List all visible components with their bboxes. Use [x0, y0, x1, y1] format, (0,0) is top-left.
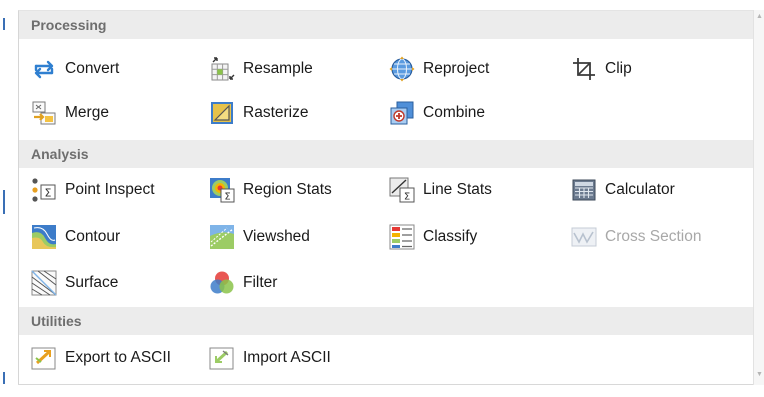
filter-button[interactable]: Filter — [209, 268, 277, 298]
contour-button[interactable]: Contour — [31, 222, 120, 252]
reproject-label: Reproject — [423, 60, 490, 77]
viewshed-icon — [210, 225, 234, 249]
convert-button[interactable]: Convert — [31, 54, 119, 84]
toolbox-panel: Processing Convert Resample Reproject Cl… — [18, 10, 754, 385]
export-to-ascii-button[interactable]: Export to ASCII — [31, 343, 171, 373]
combine-icon — [390, 101, 414, 125]
left-edge-mark-1 — [3, 18, 5, 30]
contour-label: Contour — [65, 228, 121, 245]
svg-text:Σ: Σ — [45, 187, 52, 200]
cross-section-label: Cross Section — [605, 228, 702, 245]
export-ascii-label: Export to ASCII — [65, 349, 171, 366]
panel-bottom-border — [18, 384, 753, 385]
svg-text:Σ: Σ — [224, 192, 230, 203]
resample-label: Resample — [243, 60, 313, 77]
filter-label: Filter — [243, 274, 278, 291]
calculator-button[interactable]: Calculator — [571, 175, 675, 205]
line-stats-label: Line Stats — [423, 181, 492, 198]
classify-icon — [389, 224, 415, 250]
left-edge-mark-2 — [3, 190, 5, 214]
merge-icon — [32, 101, 56, 125]
classify-button[interactable]: Classify — [389, 222, 477, 252]
clip-label: Clip — [605, 60, 632, 77]
left-edge-mark-3 — [3, 372, 5, 384]
reproject-button[interactable]: Reproject — [389, 54, 489, 84]
cross-section-icon — [571, 227, 597, 247]
import-ascii-button[interactable]: Import ASCII — [209, 343, 331, 373]
merge-button[interactable]: Merge — [31, 98, 109, 128]
surface-button[interactable]: Surface — [31, 268, 118, 298]
scroll-up-icon[interactable]: ▲ — [755, 12, 764, 22]
clip-crop-icon — [573, 58, 595, 80]
region-stats-label: Region Stats — [243, 181, 332, 198]
cross-section-button[interactable]: Cross Section — [571, 222, 701, 252]
region-stats-button[interactable]: Σ Region Stats — [209, 175, 332, 205]
section-header-utilities: Utilities — [19, 307, 754, 335]
import-ascii-icon — [209, 347, 234, 370]
reproject-globe-icon — [389, 56, 415, 82]
convert-label: Convert — [65, 60, 120, 77]
convert-icon — [34, 60, 54, 79]
scroll-down-icon[interactable]: ▼ — [755, 370, 764, 380]
combine-label: Combine — [423, 104, 486, 121]
point-inspect-label: Point Inspect — [65, 181, 155, 198]
calculator-icon — [572, 179, 596, 201]
viewshed-button[interactable]: Viewshed — [209, 222, 310, 252]
import-ascii-label: Import ASCII — [243, 349, 331, 366]
vertical-scrollbar[interactable]: ▲ ▼ — [753, 10, 764, 385]
point-inspect-button[interactable]: Σ Point Inspect — [31, 175, 155, 205]
filter-venn-icon — [210, 271, 234, 294]
rasterize-icon — [211, 102, 233, 124]
calculator-label: Calculator — [605, 181, 675, 198]
contour-icon — [32, 225, 56, 249]
export-ascii-icon — [31, 347, 56, 370]
clip-button[interactable]: Clip — [571, 54, 632, 84]
line-stats-icon: Σ — [389, 177, 415, 203]
classify-label: Classify — [423, 228, 478, 245]
svg-text:Σ: Σ — [404, 192, 410, 203]
surface-icon — [31, 270, 57, 296]
line-stats-button[interactable]: Σ Line Stats — [389, 175, 492, 205]
section-header-processing: Processing — [19, 11, 754, 39]
point-inspect-icon: Σ — [32, 178, 56, 202]
surface-label: Surface — [65, 274, 119, 291]
viewshed-label: Viewshed — [243, 228, 310, 245]
rasterize-label: Rasterize — [243, 104, 309, 121]
resample-icon — [211, 57, 235, 81]
combine-button[interactable]: Combine — [389, 98, 485, 128]
section-header-analysis: Analysis — [19, 140, 754, 168]
region-stats-icon: Σ — [210, 178, 235, 203]
merge-label: Merge — [65, 104, 109, 121]
resample-button[interactable]: Resample — [209, 54, 313, 84]
rasterize-button[interactable]: Rasterize — [209, 98, 308, 128]
